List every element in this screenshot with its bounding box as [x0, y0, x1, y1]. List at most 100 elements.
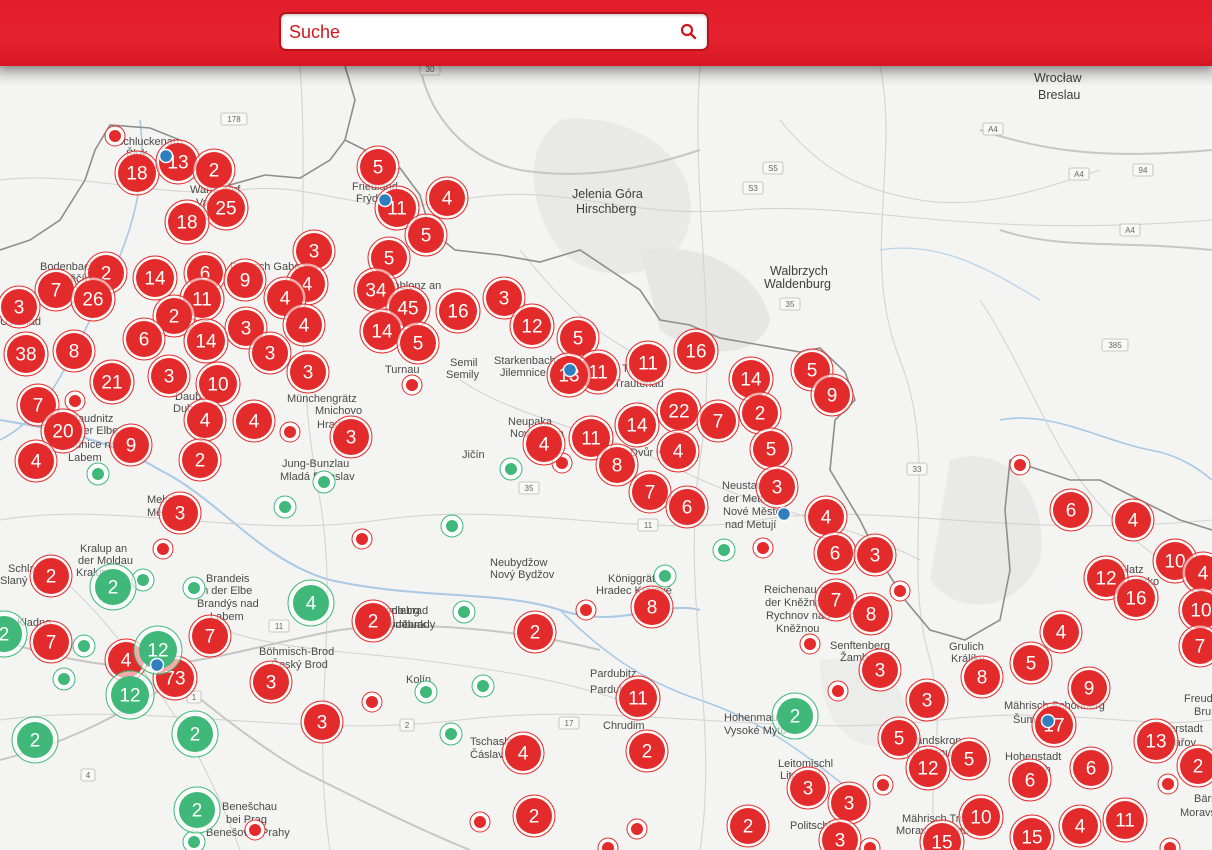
cluster-marker-red[interactable]: 14 — [183, 318, 229, 364]
single-marker-red[interactable] — [799, 633, 821, 655]
cluster-marker-green[interactable]: 2 — [771, 692, 819, 740]
poi-marker[interactable] — [377, 192, 393, 208]
poi-marker[interactable] — [158, 148, 174, 164]
single-marker-green[interactable] — [182, 830, 206, 850]
cluster-marker-red[interactable]: 3 — [158, 491, 202, 535]
cluster-marker-red[interactable]: 4 — [1039, 610, 1083, 654]
cluster-marker-red[interactable]: 38 — [3, 331, 49, 377]
single-marker-red[interactable] — [361, 691, 383, 713]
cluster-marker-red[interactable]: 10 — [958, 794, 1004, 840]
cluster-marker-red[interactable]: 11 — [625, 340, 671, 386]
single-marker-red[interactable] — [244, 819, 266, 841]
cluster-marker-red[interactable]: 4 — [282, 303, 326, 347]
cluster-marker-red[interactable]: 6 — [122, 317, 166, 361]
cluster-marker-red[interactable]: 5 — [749, 427, 793, 471]
cluster-marker-red[interactable]: 16 — [673, 328, 719, 374]
cluster-marker-red[interactable]: 5 — [396, 321, 440, 365]
cluster-marker-red[interactable]: 9 — [810, 373, 854, 417]
cluster-marker-red[interactable]: 4 — [1058, 804, 1102, 848]
cluster-marker-red[interactable]: 3 — [853, 533, 897, 577]
single-marker-green[interactable] — [52, 667, 76, 691]
single-marker-red[interactable] — [279, 421, 301, 443]
cluster-marker-green[interactable]: 2 — [89, 563, 137, 611]
single-marker-red[interactable] — [872, 774, 894, 796]
poi-marker[interactable] — [562, 362, 578, 378]
cluster-marker-red[interactable]: 11 — [615, 675, 661, 721]
cluster-marker-red[interactable]: 5 — [404, 213, 448, 257]
cluster-marker-red[interactable]: 9 — [109, 423, 153, 467]
cluster-marker-red[interactable]: 4 — [804, 495, 848, 539]
cluster-marker-red[interactable]: 2 — [726, 804, 770, 848]
cluster-marker-red[interactable]: 3 — [147, 354, 191, 398]
cluster-marker-red[interactable]: 8 — [52, 329, 96, 373]
single-marker-red[interactable] — [1009, 454, 1031, 476]
cluster-marker-red[interactable]: 16 — [435, 288, 481, 334]
single-marker-green[interactable] — [712, 538, 736, 562]
cluster-marker-red[interactable]: 2 — [513, 610, 557, 654]
single-marker-green[interactable] — [182, 576, 206, 600]
cluster-marker-red[interactable]: 2 — [29, 554, 73, 598]
cluster-marker-red[interactable]: 16 — [1113, 575, 1159, 621]
single-marker-green[interactable] — [273, 495, 297, 519]
cluster-marker-red[interactable]: 3 — [300, 700, 344, 744]
single-marker-green[interactable] — [439, 722, 463, 746]
cluster-marker-red[interactable]: 13 — [1133, 718, 1179, 764]
cluster-marker-red[interactable]: 12 — [905, 745, 951, 791]
cluster-marker-red[interactable]: 4 — [1111, 498, 1155, 542]
single-marker-red[interactable] — [889, 580, 911, 602]
cluster-marker-red[interactable]: 18 — [164, 199, 210, 245]
map-canvas[interactable]: WrocławBreslauSchluckenauŠluk.WarnsdorfV… — [0, 66, 1212, 850]
cluster-marker-red[interactable]: 2 — [178, 438, 222, 482]
single-marker-green[interactable] — [452, 600, 476, 624]
cluster-marker-red[interactable]: 3 — [905, 678, 949, 722]
cluster-marker-red[interactable]: 2 — [192, 148, 236, 192]
single-marker-red[interactable] — [469, 811, 491, 833]
single-marker-green[interactable] — [86, 462, 110, 486]
cluster-marker-red[interactable]: 2 — [625, 729, 669, 773]
single-marker-red[interactable] — [152, 538, 174, 560]
cluster-marker-red[interactable]: 12 — [509, 303, 555, 349]
single-marker-green[interactable] — [653, 564, 677, 588]
single-marker-red[interactable] — [351, 528, 373, 550]
single-marker-red[interactable] — [64, 390, 86, 412]
cluster-marker-red[interactable]: 3 — [858, 648, 902, 692]
cluster-marker-red[interactable]: 5 — [1009, 641, 1053, 685]
cluster-marker-red[interactable]: 4 — [14, 439, 58, 483]
single-marker-green[interactable] — [312, 470, 336, 494]
cluster-marker-red[interactable]: 11 — [1102, 797, 1148, 843]
cluster-marker-red[interactable]: 7 — [696, 399, 740, 443]
cluster-marker-red[interactable]: 6 — [1049, 488, 1093, 532]
poi-marker[interactable] — [1040, 713, 1056, 729]
cluster-marker-red[interactable]: 4 — [656, 429, 700, 473]
cluster-marker-red[interactable]: 25 — [203, 185, 249, 231]
cluster-marker-red[interactable]: 4 — [232, 399, 276, 443]
cluster-marker-green[interactable]: 2 — [173, 786, 221, 834]
cluster-marker-red[interactable]: 9 — [223, 258, 267, 302]
cluster-marker-red[interactable]: 6 — [1008, 758, 1052, 802]
cluster-marker-red[interactable]: 3 — [329, 415, 373, 459]
cluster-marker-red[interactable]: 6 — [665, 485, 709, 529]
cluster-marker-red[interactable]: 21 — [89, 359, 135, 405]
cluster-marker-red[interactable]: 3 — [0, 285, 41, 329]
cluster-marker-green[interactable]: 4 — [287, 579, 335, 627]
cluster-marker-green[interactable]: 12 — [105, 670, 155, 720]
cluster-marker-red[interactable]: 9 — [1067, 666, 1111, 710]
cluster-marker-red[interactable]: 3 — [827, 781, 871, 825]
cluster-marker-red[interactable]: 7 — [29, 620, 73, 664]
poi-marker[interactable] — [776, 506, 792, 522]
single-marker-red[interactable] — [827, 680, 849, 702]
cluster-marker-green[interactable]: 2 — [171, 710, 219, 758]
cluster-marker-red[interactable]: 7 — [628, 470, 672, 514]
single-marker-red[interactable] — [752, 537, 774, 559]
cluster-marker-red[interactable]: 3 — [786, 766, 830, 810]
cluster-marker-red[interactable]: 4 — [425, 176, 469, 220]
cluster-marker-red[interactable]: 8 — [960, 655, 1004, 699]
single-marker-red[interactable] — [575, 599, 597, 621]
single-marker-green[interactable] — [72, 634, 96, 658]
poi-marker[interactable] — [149, 657, 165, 673]
cluster-marker-red[interactable]: 4 — [522, 422, 566, 466]
cluster-marker-red[interactable]: 2 — [738, 391, 782, 435]
search-icon[interactable] — [677, 20, 701, 44]
cluster-marker-red[interactable]: 14 — [614, 402, 660, 448]
cluster-marker-red[interactable]: 4 — [183, 398, 227, 442]
